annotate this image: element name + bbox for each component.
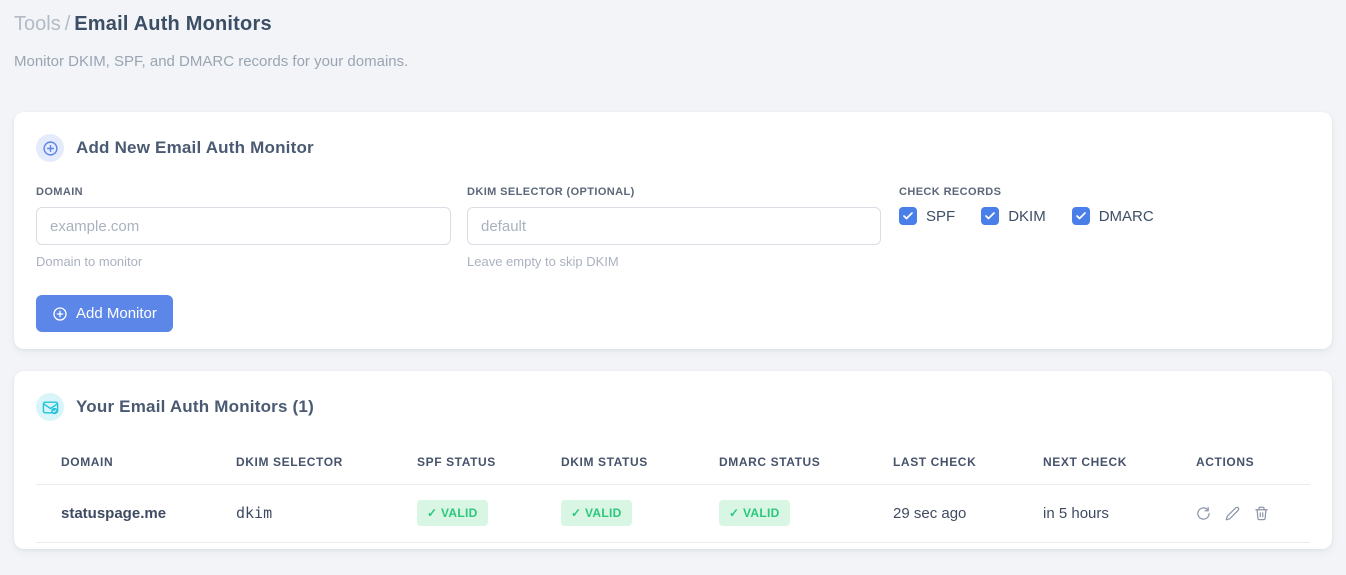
plus-circle-icon (52, 306, 68, 322)
dkim-selector-field-hint: Leave empty to skip DKIM (467, 254, 619, 269)
breadcrumb-separator: / (64, 13, 71, 35)
page-subtitle: Monitor DKIM, SPF, and DMARC records for… (14, 53, 409, 70)
dmarc-checkbox-label: DMARC (1098, 207, 1154, 225)
refresh-button[interactable] (1196, 506, 1211, 521)
breadcrumb-tools-link[interactable]: Tools (14, 13, 61, 35)
dkim-checkbox[interactable]: DKIM (981, 207, 1046, 225)
add-monitor-button-label: Add Monitor (76, 305, 157, 322)
plus-circle-icon (36, 134, 64, 162)
spf-status-badge: ✓ VALID (417, 500, 488, 526)
column-header-last-check: LAST CHECK (868, 441, 1018, 485)
trash-icon (1254, 506, 1269, 521)
monitor-last-check: 29 sec ago (868, 484, 1018, 543)
dkim-selector-field-label: DKIM SELECTOR (OPTIONAL) (467, 186, 635, 198)
domain-field-group: DOMAIN Domain to monitor (36, 186, 451, 269)
monitor-domain: statuspage.me (36, 484, 211, 543)
email-check-icon (36, 393, 64, 421)
add-monitor-card-title: Add New Email Auth Monitor (76, 138, 314, 157)
column-header-spf-status: SPF STATUS (392, 441, 536, 485)
check-records-options: SPF DKIM DMARC (899, 207, 1310, 225)
column-header-dmarc-status: DMARC STATUS (694, 441, 868, 485)
monitor-dkim-selector: dkim (211, 484, 392, 543)
monitors-list-card-title: Your Email Auth Monitors (1) (76, 397, 314, 416)
add-monitor-button[interactable]: Add Monitor (36, 295, 173, 332)
column-header-dkim-selector: DKIM SELECTOR (211, 441, 392, 485)
breadcrumb: Tools / Email Auth Monitors (14, 12, 1332, 36)
table-header-row: DOMAIN DKIM SELECTOR SPF STATUS DKIM STA… (36, 441, 1310, 485)
column-header-domain: DOMAIN (36, 441, 211, 485)
domain-field-label: DOMAIN (36, 186, 84, 198)
dmarc-status-badge: ✓ VALID (719, 500, 790, 526)
domain-input[interactable] (36, 207, 451, 245)
spf-checkbox-check-icon (899, 207, 917, 225)
column-header-next-check: NEXT CHECK (1018, 441, 1171, 485)
spf-checkbox-label: SPF (926, 207, 956, 225)
spf-checkbox[interactable]: SPF (899, 207, 955, 225)
refresh-icon (1196, 506, 1211, 521)
dkim-status-badge: ✓ VALID (561, 500, 632, 526)
dmarc-checkbox[interactable]: DMARC (1071, 207, 1154, 225)
dkim-selector-field-group: DKIM SELECTOR (OPTIONAL) Leave empty to … (467, 186, 881, 269)
add-monitor-card-header: Add New Email Auth Monitor (36, 134, 1310, 162)
delete-button[interactable] (1254, 506, 1269, 521)
check-records-label: CHECK RECORDS (899, 186, 1002, 198)
add-monitor-card: Add New Email Auth Monitor DOMAIN Domain… (14, 112, 1332, 349)
row-actions (1196, 506, 1310, 521)
check-records-group: CHECK RECORDS SPF DKIM DMARC (899, 186, 1310, 269)
column-header-actions: ACTIONS (1171, 441, 1310, 485)
dkim-checkbox-label: DKIM (1008, 207, 1046, 225)
monitors-list-card: Your Email Auth Monitors (1) DOMAIN DKIM… (14, 371, 1332, 549)
page-title: Email Auth Monitors (74, 13, 272, 35)
monitor-next-check: in 5 hours (1018, 484, 1171, 543)
dkim-selector-input[interactable] (467, 207, 881, 245)
dkim-checkbox-check-icon (981, 207, 1000, 225)
domain-field-hint: Domain to monitor (36, 254, 143, 269)
pencil-icon (1225, 506, 1240, 521)
dmarc-checkbox-check-icon (1071, 207, 1090, 225)
add-monitor-form: DOMAIN Domain to monitor DKIM SELECTOR (… (36, 186, 1310, 269)
column-header-dkim-status: DKIM STATUS (536, 441, 694, 485)
edit-button[interactable] (1225, 506, 1240, 521)
monitors-list-card-header: Your Email Auth Monitors (1) (36, 393, 1310, 421)
email-auth-monitors-page: Tools / Email Auth Monitors Monitor DKIM, … (0, 0, 1346, 549)
monitors-table: DOMAIN DKIM SELECTOR SPF STATUS DKIM STA… (36, 441, 1310, 543)
table-row: statuspage.me dkim ✓ VALID ✓ VALID ✓ VAL… (36, 484, 1310, 543)
